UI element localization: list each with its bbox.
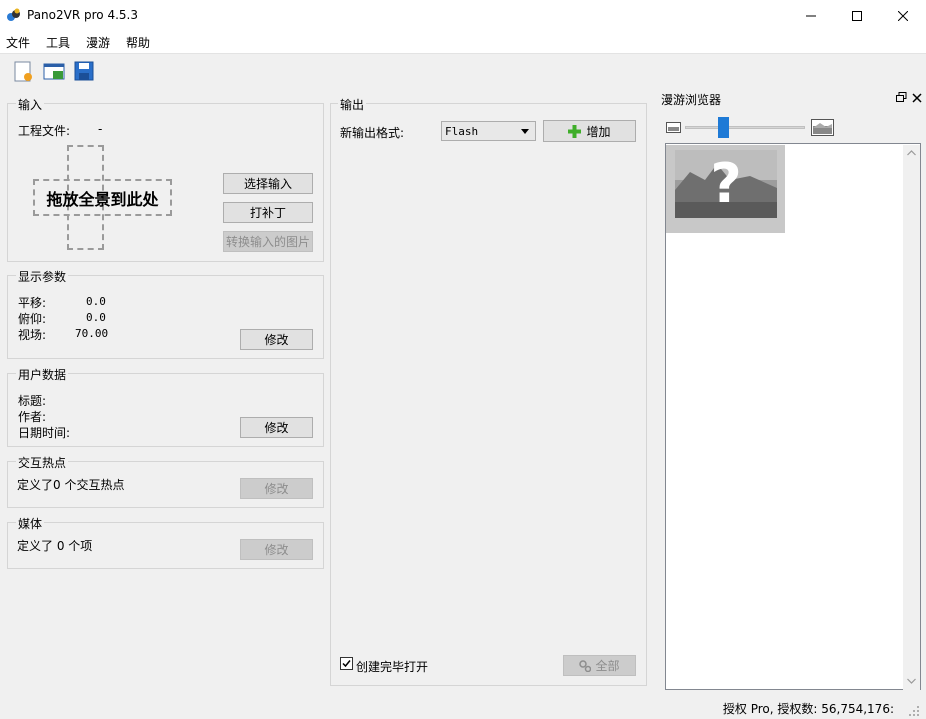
output-format-label: 新输出格式: — [340, 126, 405, 140]
browser-scrollbar[interactable] — [903, 145, 920, 690]
hotspots-modify-button[interactable]: 修改 — [240, 478, 313, 499]
save-icon — [74, 61, 94, 81]
minimize-button[interactable] — [788, 0, 834, 31]
close-icon — [898, 10, 908, 21]
close-button[interactable] — [880, 0, 926, 31]
status-bar: 授权 Pro, 授权数: 56,754,176: — [0, 695, 926, 719]
window-title: Pano2VR pro 4.5.3 — [27, 8, 138, 22]
chevron-down-icon — [521, 129, 529, 134]
convert-images-button[interactable]: 转换输入的图片 — [223, 231, 313, 252]
menu-tour[interactable]: 漫游 — [86, 34, 110, 51]
all-output-label: 全部 — [595, 659, 620, 673]
drop-target-label: 拖放全景到此处 — [46, 189, 159, 209]
zoom-large-icon — [811, 119, 834, 136]
menu-bar: 文件 工具 漫游 帮助 — [0, 31, 926, 53]
display-params-title: 显示参数 — [16, 268, 69, 285]
open-project-button[interactable] — [42, 59, 68, 85]
pan-label: 平移: — [18, 296, 47, 310]
minimize-icon — [806, 15, 816, 16]
hotspots-summary: 定义了0 个交互热点 — [17, 478, 125, 492]
pan-value: 0.0 — [86, 295, 106, 308]
open-after-create-label: 创建完毕打开 — [356, 660, 429, 674]
title-bar: Pano2VR pro 4.5.3 — [0, 0, 926, 31]
browser-panel-header: 漫游浏览器 — [658, 89, 926, 108]
open-after-create-checkbox[interactable] — [340, 657, 353, 670]
menu-help[interactable]: 帮助 — [126, 34, 150, 51]
output-group — [330, 103, 647, 686]
gears-icon — [579, 659, 592, 672]
maximize-icon — [852, 10, 862, 21]
browser-list[interactable]: ? — [665, 143, 921, 690]
zoom-slider-track[interactable] — [685, 126, 805, 129]
drop-target[interactable]: 拖放全景到此处 — [33, 145, 172, 250]
zoom-slider-thumb[interactable] — [717, 117, 729, 138]
patch-button[interactable]: 打补丁 — [223, 202, 313, 223]
output-title: 输出 — [338, 96, 367, 113]
zoom-small-icon — [666, 122, 681, 133]
maximize-button[interactable] — [834, 0, 880, 31]
question-mark-icon: ? — [710, 152, 742, 215]
panel-restore-button[interactable] — [896, 92, 908, 104]
user-data-modify-button[interactable]: 修改 — [240, 417, 313, 438]
datetime-label: 日期时间: — [18, 426, 71, 440]
toolbar — [0, 53, 926, 88]
open-project-icon — [43, 63, 65, 80]
restore-icon — [896, 92, 907, 102]
author-label: 作者: — [18, 410, 47, 424]
media-summary: 定义了 0 个项 — [17, 539, 93, 553]
hotspots-title: 交互热点 — [16, 454, 69, 471]
app-logo-icon — [7, 8, 20, 21]
all-output-button[interactable]: 全部 — [563, 655, 636, 676]
new-project-button[interactable] — [11, 59, 37, 85]
media-modify-button[interactable]: 修改 — [240, 539, 313, 560]
resize-grip-icon[interactable] — [908, 705, 920, 717]
menu-file[interactable]: 文件 — [6, 34, 30, 51]
checkmark-icon — [342, 660, 351, 668]
panel-close-button[interactable] — [912, 92, 924, 104]
fov-value: 70.00 — [75, 327, 109, 340]
project-file-value: - — [98, 122, 103, 136]
scroll-down-icon[interactable] — [907, 678, 916, 684]
save-button[interactable] — [72, 59, 98, 85]
scroll-up-icon[interactable] — [907, 150, 916, 156]
plus-icon — [568, 124, 582, 138]
browser-panel-title: 漫游浏览器 — [661, 93, 722, 107]
tilt-value: 0.0 — [86, 311, 106, 324]
user-data-title: 用户数据 — [16, 366, 69, 383]
project-file-label: 工程文件: — [18, 124, 71, 138]
user-title-label: 标题: — [18, 394, 47, 408]
select-input-button[interactable]: 选择输入 — [223, 173, 313, 194]
close-icon — [912, 93, 922, 103]
add-output-button[interactable]: 增加 — [543, 120, 636, 142]
new-project-icon — [14, 61, 32, 82]
panorama-thumbnail-item[interactable]: ? — [666, 145, 785, 233]
fov-label: 视场: — [18, 328, 47, 342]
output-format-select[interactable]: Flash — [441, 121, 536, 141]
media-title: 媒体 — [16, 515, 45, 532]
input-group-title: 输入 — [16, 96, 45, 113]
menu-tools[interactable]: 工具 — [46, 34, 70, 51]
license-status: 授权 Pro, 授权数: 56,754,176: — [722, 702, 894, 716]
display-params-modify-button[interactable]: 修改 — [240, 329, 313, 350]
output-format-value: Flash — [445, 124, 479, 138]
add-output-label: 增加 — [586, 124, 611, 139]
tilt-label: 俯仰: — [18, 312, 47, 326]
